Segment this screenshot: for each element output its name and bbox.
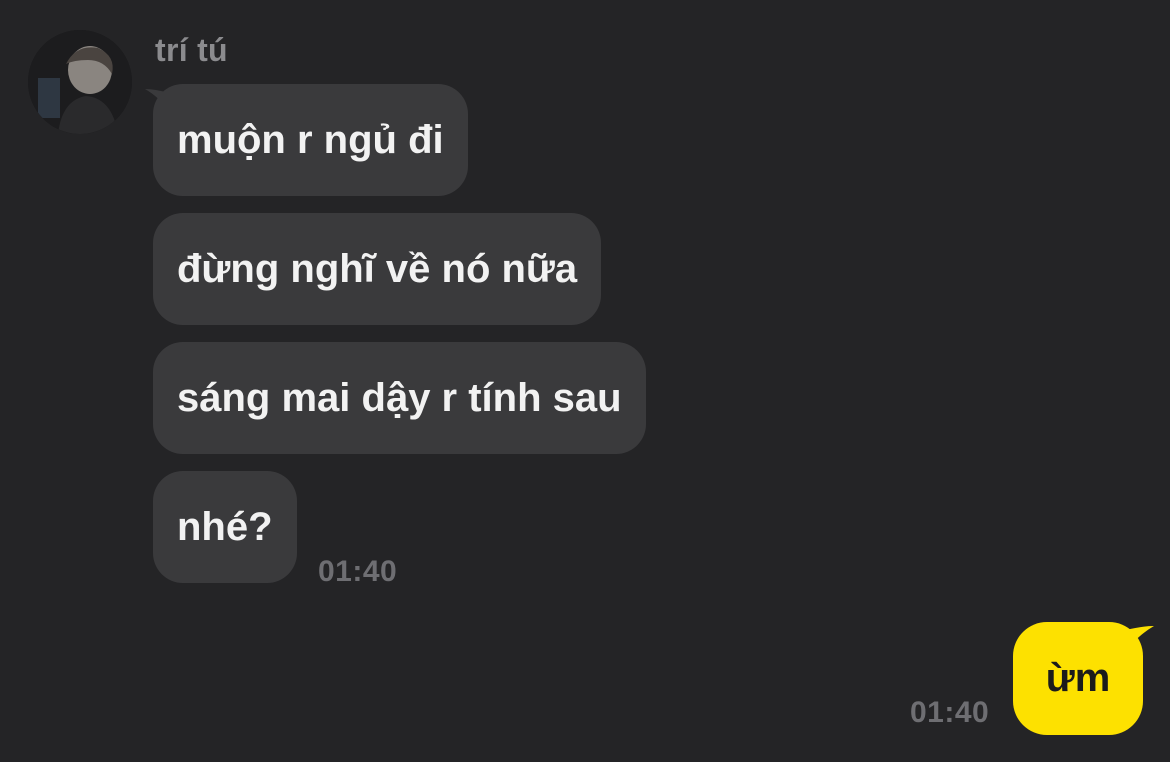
contact-name: trí tú <box>155 32 228 68</box>
incoming-message-bubble[interactable]: sáng mai dậy r tính sau <box>153 342 646 454</box>
incoming-message-time: 01:40 <box>318 555 398 588</box>
outgoing-message-bubble[interactable]: ừm <box>1013 622 1143 735</box>
message-text: đừng nghĩ về nó nữa <box>177 246 578 291</box>
contact-avatar[interactable] <box>28 30 132 134</box>
avatar-photo-icon <box>28 30 132 134</box>
message-text: nhé? <box>177 504 273 549</box>
message-text: ừm <box>1045 656 1111 700</box>
incoming-message-bubble[interactable]: đừng nghĩ về nó nữa <box>153 213 602 325</box>
outgoing-message-time: 01:40 <box>910 696 990 729</box>
message-text: muộn r ngủ đi <box>177 117 444 162</box>
message-text: sáng mai dậy r tính sau <box>177 375 622 420</box>
incoming-message-bubble[interactable]: nhé? <box>153 471 297 583</box>
incoming-message-bubble[interactable]: muộn r ngủ đi <box>153 84 468 196</box>
